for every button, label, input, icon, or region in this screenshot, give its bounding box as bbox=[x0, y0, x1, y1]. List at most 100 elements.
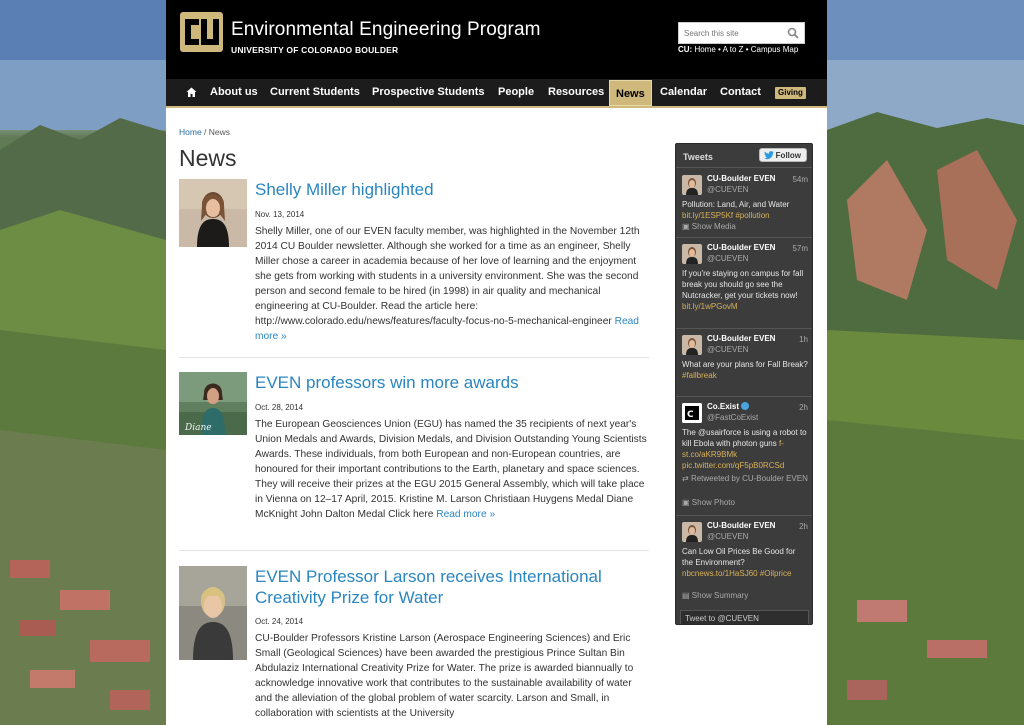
tweet-text: If you're staying on campus for fall bre… bbox=[682, 268, 808, 312]
giving-button[interactable]: Giving bbox=[775, 87, 806, 99]
tweet-author[interactable]: CU-Boulder EVEN bbox=[707, 243, 775, 252]
news-item: Shelly Miller highlighted Nov. 13, 2014 … bbox=[179, 179, 649, 349]
cu-links: CU: Home • A to Z • Campus Map bbox=[678, 45, 798, 54]
tweet-item[interactable]: CU-Boulder EVEN @CUEVEN 57m If you're st… bbox=[676, 238, 812, 329]
site-title[interactable]: Environmental Engineering Program bbox=[231, 19, 541, 41]
nav-item-current-students[interactable]: Current Students bbox=[270, 79, 360, 106]
article-title-link[interactable]: Shelly Miller highlighted bbox=[255, 179, 645, 200]
svg-text:Diane: Diane bbox=[184, 423, 212, 433]
article-summary: The European Geosciences Union (EGU) has… bbox=[255, 417, 649, 522]
main-nav: About us Current Students Prospective St… bbox=[166, 79, 827, 108]
tweet-item[interactable]: CU-Boulder EVEN @CUEVEN 1h What are your… bbox=[676, 329, 812, 397]
avatar[interactable] bbox=[682, 522, 702, 542]
search-input[interactable] bbox=[679, 23, 779, 44]
tweet-to-input[interactable]: Tweet to @CUEVEN bbox=[680, 610, 809, 624]
nav-item-people[interactable]: People bbox=[498, 79, 534, 106]
campus-name: BOULDER bbox=[354, 45, 399, 55]
read-more-link[interactable]: Read more » bbox=[436, 509, 495, 520]
divider bbox=[179, 550, 649, 551]
university-name: UNIVERSITY OF COLORADO bbox=[231, 45, 353, 55]
media-icon: ▣ bbox=[682, 222, 690, 231]
divider bbox=[179, 357, 649, 358]
tweet-handle[interactable]: @CUEVEN bbox=[707, 254, 748, 263]
retweeted-by: ⇄ Retweeted by CU-Boulder EVEN bbox=[682, 473, 808, 484]
twitter-widget-title: Tweets bbox=[683, 152, 713, 162]
tweet-time[interactable]: 2h bbox=[799, 403, 808, 412]
show-photo-label: Show Photo bbox=[691, 498, 735, 507]
tweet-link[interactable]: nbcnews.to/1HaSJ60 #Oilprice bbox=[682, 569, 791, 578]
page-container: Environmental Engineering Program UNIVER… bbox=[166, 0, 827, 725]
tweet-body: What are your plans for Fall Break? bbox=[682, 360, 808, 369]
tweet-author[interactable]: CU-Boulder EVEN bbox=[707, 334, 775, 343]
avatar[interactable] bbox=[682, 335, 702, 355]
article-date: Oct. 28, 2014 bbox=[255, 403, 304, 412]
tweet-body: If you're staying on campus for fall bre… bbox=[682, 269, 804, 300]
nav-item-about-us[interactable]: About us bbox=[210, 79, 258, 106]
tweet-text: What are your plans for Fall Break? #fal… bbox=[682, 359, 808, 381]
tweet-body: The @usairforce is using a robot to kill… bbox=[682, 428, 807, 448]
follow-label: Follow bbox=[775, 151, 801, 160]
nav-item-news[interactable]: News bbox=[609, 80, 652, 106]
show-media-link[interactable]: ▣ Show Media bbox=[682, 221, 808, 232]
background-landscape-right bbox=[827, 0, 1024, 725]
nav-item-calendar[interactable]: Calendar bbox=[660, 79, 707, 106]
show-media-label: Show Media bbox=[691, 222, 736, 231]
article-title-link[interactable]: EVEN Professor Larson receives Internati… bbox=[255, 566, 645, 608]
article-thumbnail[interactable] bbox=[179, 566, 247, 660]
tweet-text: The @usairforce is using a robot to kill… bbox=[682, 427, 808, 471]
tweet-body: Can Low Oil Prices Be Good for the Envir… bbox=[682, 547, 796, 567]
tweet-handle[interactable]: @CUEVEN bbox=[707, 532, 748, 541]
tweet-time[interactable]: 54m bbox=[792, 175, 808, 184]
article-summary-text: The European Geosciences Union (EGU) has… bbox=[255, 419, 647, 520]
tweet-handle[interactable]: @FastCoExist bbox=[707, 413, 758, 422]
tweet-author[interactable]: CU-Boulder EVEN bbox=[707, 174, 775, 183]
show-photo-link[interactable]: ▣ Show Photo bbox=[682, 497, 808, 508]
search-icon[interactable] bbox=[787, 27, 799, 39]
article-date: Oct. 24, 2014 bbox=[255, 617, 304, 626]
search-box bbox=[678, 22, 805, 44]
tweet-body: Pollution: Land, Air, and Water bbox=[682, 200, 790, 209]
news-item: Diane EVEN professors win more awards Oc… bbox=[179, 372, 649, 542]
tweet-handle[interactable]: @CUEVEN bbox=[707, 185, 748, 194]
breadcrumb-current: News bbox=[208, 127, 231, 137]
photo-icon: ▣ bbox=[682, 498, 690, 507]
nav-item-contact[interactable]: Contact bbox=[720, 79, 761, 106]
tweet-item[interactable]: CU-Boulder EVEN @CUEVEN 2h Can Low Oil P… bbox=[676, 516, 812, 606]
tweet-author[interactable]: Co.Exist bbox=[707, 402, 750, 411]
cu-links-text[interactable]: Home • A to Z • Campus Map bbox=[694, 45, 798, 54]
breadcrumb-separator: / bbox=[201, 127, 209, 137]
tweet-text: Can Low Oil Prices Be Good for the Envir… bbox=[682, 546, 808, 579]
twitter-widget: Tweets Follow CU-Boulder EVEN @CUEVEN 54… bbox=[675, 143, 813, 625]
site-subtitle: UNIVERSITY OF COLORADO BOULDER bbox=[231, 45, 398, 55]
tweet-link[interactable]: bit.ly/1wPGovM bbox=[682, 302, 738, 311]
cu-logo-icon[interactable] bbox=[179, 11, 224, 53]
twitter-bird-icon bbox=[763, 151, 774, 160]
tweet-text: Pollution: Land, Air, and Water bit.ly/1… bbox=[682, 199, 808, 221]
nav-item-prospective-students[interactable]: Prospective Students bbox=[372, 79, 484, 106]
tweet-link[interactable]: bit.ly/1ESP5Kf #pollution bbox=[682, 211, 770, 220]
article-title-link[interactable]: EVEN professors win more awards bbox=[255, 372, 645, 393]
tweet-time[interactable]: 57m bbox=[792, 244, 808, 253]
article-summary: CU-Boulder Professors Kristine Larson (A… bbox=[255, 631, 649, 721]
article-date: Nov. 13, 2014 bbox=[255, 210, 305, 219]
nav-item-resources[interactable]: Resources bbox=[548, 79, 604, 106]
tweet-handle[interactable]: @CUEVEN bbox=[707, 345, 748, 354]
article-thumbnail[interactable]: Diane bbox=[179, 372, 247, 435]
home-icon[interactable] bbox=[186, 87, 197, 98]
tweet-item[interactable]: CU-Boulder EVEN @CUEVEN 54m Pollution: L… bbox=[676, 169, 812, 238]
avatar[interactable]: C bbox=[682, 403, 702, 423]
avatar[interactable] bbox=[682, 175, 702, 195]
show-summary-link[interactable]: ▤ Show Summary bbox=[682, 590, 808, 601]
cu-label: CU: bbox=[678, 45, 693, 54]
tweet-author[interactable]: CU-Boulder EVEN bbox=[707, 521, 775, 530]
follow-button[interactable]: Follow bbox=[758, 148, 807, 162]
tweet-time[interactable]: 1h bbox=[799, 335, 808, 344]
avatar[interactable] bbox=[682, 244, 702, 264]
tweet-time[interactable]: 2h bbox=[799, 522, 808, 531]
article-thumbnail[interactable] bbox=[179, 179, 247, 247]
article-summary: Shelly Miller, one of our EVEN faculty m… bbox=[255, 224, 649, 344]
breadcrumb-home-link[interactable]: Home bbox=[179, 127, 202, 137]
tweet-link[interactable]: #fallbreak bbox=[682, 371, 717, 380]
retweet-icon: ⇄ bbox=[682, 474, 689, 483]
tweet-item[interactable]: C Co.Exist @FastCoExist 2h The @usairfor… bbox=[676, 397, 812, 516]
